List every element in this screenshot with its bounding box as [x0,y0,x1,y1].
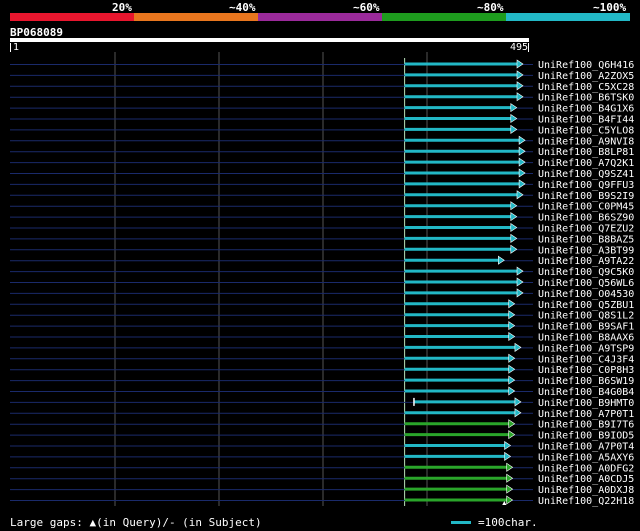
hit-arrowhead [498,255,505,265]
hit-label[interactable]: UniRef100_B6TSK0 [538,93,634,104]
hit-arrowhead [518,157,526,167]
hit-arrowhead [516,266,524,276]
hit-label[interactable]: UniRef100_C5XC28 [538,82,634,93]
hit-label[interactable]: UniRef100_Q6H416 [538,60,634,71]
hit-label[interactable]: UniRef100_Q5ZBU1 [538,300,634,311]
hit-arrowhead [508,331,516,342]
hit-label[interactable]: UniRef100_A2ZOX5 [538,71,634,82]
hit-arrowhead [506,462,514,472]
hit-label[interactable]: UniRef100_A9TSP9 [538,343,634,354]
hit-label[interactable]: UniRef100_B4FI44 [538,115,634,126]
hit-arrowhead [516,190,524,200]
hit-arrowhead [510,222,518,233]
hit-arrowhead [510,201,518,211]
hit-arrowhead [516,288,524,298]
hit-arrowhead [516,277,524,287]
hit-arrowhead [516,92,524,102]
hit-arrowhead [506,473,514,483]
large-gaps-legend: Large gaps: ▲(in Query)/- (in Subject) [10,516,262,529]
hit-label[interactable]: UniRef100_A5AXY6 [538,452,634,463]
hit-label[interactable]: UniRef100_Q9C5K0 [538,267,634,278]
hit-arrowhead [504,451,512,461]
hit-label[interactable]: UniRef100_A7Q2K1 [538,158,634,169]
hit-label[interactable]: UniRef100_B9S2I9 [538,191,634,202]
hit-label[interactable]: UniRef100_Q8S1L2 [538,311,634,322]
hit-label[interactable]: UniRef100_B8AAX6 [538,333,634,344]
hit-arrowhead [508,321,516,331]
hit-label[interactable]: UniRef100_Q56WL6 [538,278,634,289]
hit-label[interactable]: UniRef100_B4G0B4 [538,387,634,398]
hit-arrowhead [514,397,522,407]
hit-arrowhead [510,244,518,254]
hit-arrowhead [518,135,526,145]
hit-arrowhead [518,168,526,178]
hit-arrowhead [508,430,516,440]
hit-label[interactable]: UniRef100_B9I7T6 [538,420,634,431]
hit-alignment-panel: UniRef100_Q6H416UniRef100_A2ZOX5UniRef10… [10,52,634,507]
hit-arrowhead [518,179,526,189]
hit-arrowhead [508,375,516,385]
hit-arrowhead [514,408,522,418]
hit-arrowhead [516,70,524,80]
hit-arrowhead [508,299,516,309]
hit-arrowhead [504,440,512,451]
hit-arrowhead [506,495,514,505]
hit-label[interactable]: UniRef100_A7P0T4 [538,442,634,453]
hit-label[interactable]: UniRef100_B9IOD5 [538,431,634,442]
hit-arrowhead [510,124,518,134]
hit-label[interactable]: UniRef100_B6SZ90 [538,213,634,224]
hit-arrowhead [508,353,516,363]
hit-label[interactable]: UniRef100_C0P8H3 [538,365,634,376]
hit-arrowhead [508,364,516,374]
hit-label[interactable]: UniRef100_A9TA22 [538,256,634,267]
hit-arrowhead [508,310,516,320]
hit-label[interactable]: UniRef100_C0PM45 [538,202,634,213]
hit-label[interactable]: UniRef100_A0DFG2 [538,463,634,474]
scale-bar-label: =100char. [478,516,538,529]
hit-label[interactable]: UniRef100_A0CDJ5 [538,474,634,485]
scale-bar [451,521,471,524]
hit-label[interactable]: UniRef100_B6SW19 [538,376,634,387]
hit-label[interactable]: UniRef100_B8BAZ5 [538,234,634,245]
hit-arrowhead [506,484,514,494]
hit-arrowhead [518,146,526,156]
hit-label[interactable]: UniRef100_Q7EZU2 [538,224,634,235]
hit-arrowhead [516,81,524,91]
hit-label[interactable]: UniRef100_B4G1X6 [538,104,634,115]
hit-arrowhead [510,103,518,113]
hit-label[interactable]: UniRef100_B9HMT0 [538,398,634,409]
hit-arrowhead [508,419,516,429]
hit-label[interactable]: UniRef100_A7P0T1 [538,409,634,420]
hit-label[interactable]: UniRef100_O04530 [538,289,634,300]
hit-label[interactable]: UniRef100_C4J3F4 [538,354,634,365]
hit-arrowhead [510,233,518,243]
hit-arrowhead [508,386,516,396]
hit-label[interactable]: UniRef100_A0DXJ8 [538,485,634,496]
hit-arrowhead [510,212,518,222]
hit-arrowhead [510,113,518,124]
hit-label[interactable]: UniRef100_Q9FFU3 [538,180,634,191]
hit-arrowhead [516,59,524,69]
hit-label[interactable]: UniRef100_C5YLO8 [538,125,634,136]
hit-label[interactable]: UniRef100_Q22H18 [538,496,634,507]
hit-label[interactable]: UniRef100_B8LP81 [538,147,634,158]
hit-label[interactable]: UniRef100_B9SAF1 [538,322,634,333]
hit-arrowhead [514,342,522,352]
query-gap-triangle-icon [502,501,507,505]
hit-label[interactable]: UniRef100_A9NVI8 [538,136,634,147]
hit-label[interactable]: UniRef100_A3BT99 [538,245,634,256]
hit-label[interactable]: UniRef100_Q9SZ41 [538,169,634,180]
